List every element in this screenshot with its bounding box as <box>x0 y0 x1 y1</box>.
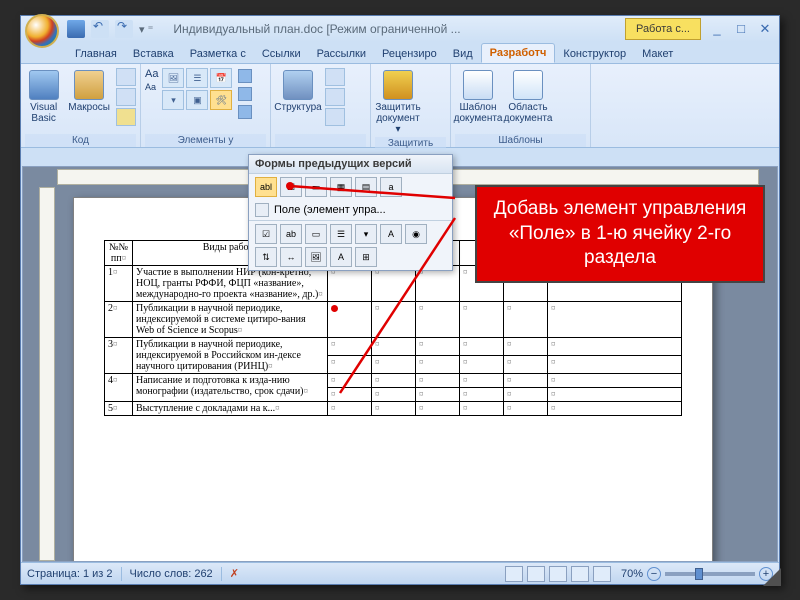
control-picture-icon[interactable]: 🖼 <box>162 68 184 88</box>
group-controls: Aa Aa 🖼 ☰ 📅 ▾ ▣ 🛠 Элементы у <box>141 64 271 147</box>
tab-table-layout[interactable]: Макет <box>634 45 681 63</box>
ribbon-tabs: Главная Вставка Разметка с Ссылки Рассыл… <box>21 42 779 64</box>
controls-gallery: 🖼 ☰ 📅 ▾ ▣ 🛠 <box>162 68 232 110</box>
text-control-icon[interactable]: Aa <box>145 82 158 92</box>
office-button[interactable] <box>25 14 59 48</box>
close-icon[interactable]: ✕ <box>755 21 775 37</box>
expansion-icon[interactable] <box>325 108 345 126</box>
control-combo-icon[interactable]: ☰ <box>186 68 208 88</box>
save-icon[interactable] <box>67 20 85 38</box>
macros-icon <box>74 70 104 100</box>
status-page[interactable]: Страница: 1 из 2 <box>27 568 113 580</box>
activex-check-icon[interactable]: ☑ <box>255 224 277 244</box>
dropdown-title: Формы предыдущих версий <box>249 155 452 174</box>
shield-icon <box>383 70 413 100</box>
group-protect: Защитить документ ▾ Защитить <box>371 64 451 147</box>
structure-icon <box>283 70 313 100</box>
group-xml: Структура <box>271 64 371 147</box>
status-words[interactable]: Число слов: 262 <box>130 568 213 580</box>
protect-document-button[interactable]: Защитить документ ▾ <box>375 68 421 137</box>
zoom-level[interactable]: 70% <box>621 568 643 580</box>
col-number: №№ пп <box>105 241 133 266</box>
macro-security-icon[interactable] <box>116 108 136 126</box>
activex-spin-icon[interactable]: ⇅ <box>255 247 277 267</box>
structure-button[interactable]: Структура <box>275 68 321 115</box>
schema-icon[interactable] <box>325 68 345 86</box>
zoom-controls: 70% − + <box>505 566 773 582</box>
control-dropdown-icon[interactable]: ▾ <box>162 90 184 110</box>
design-mode-button[interactable] <box>236 68 254 84</box>
macros-button[interactable]: Макросы <box>66 68 112 115</box>
minimize-icon[interactable]: _ <box>707 21 727 37</box>
legacy-tools-button[interactable]: 🛠 <box>210 90 232 110</box>
window-title: Индивидуальный план.doc [Режим ограничен… <box>173 22 460 36</box>
properties-button[interactable] <box>236 86 254 102</box>
tab-review[interactable]: Рецензиро <box>374 45 445 63</box>
zoom-out-icon[interactable]: − <box>647 567 661 581</box>
view-draft-icon[interactable] <box>593 566 611 582</box>
record-macro-icon[interactable] <box>116 68 136 86</box>
page-curl <box>763 568 781 586</box>
tab-developer[interactable]: Разработч <box>481 43 556 63</box>
vb-icon <box>29 70 59 100</box>
tab-layout[interactable]: Разметка с <box>182 45 254 63</box>
tab-home[interactable]: Главная <box>67 45 125 63</box>
visual-basic-button[interactable]: Visual Basic <box>25 68 62 126</box>
group-code: Visual Basic Макросы Код <box>21 64 141 147</box>
control-date-icon[interactable]: 📅 <box>210 68 232 88</box>
ribbon: Visual Basic Макросы Код Aa Aa 🖼 ☰ <box>21 64 779 148</box>
legacy-textfield-icon[interactable]: abl <box>255 177 277 197</box>
redo-icon[interactable] <box>115 20 133 38</box>
zoom-slider[interactable] <box>665 572 755 576</box>
design-mode-icon <box>238 69 252 83</box>
spellcheck-icon[interactable]: ✗ <box>230 567 239 580</box>
contextual-tab-label[interactable]: Работа с... <box>625 18 701 40</box>
pointer-lines <box>280 178 480 408</box>
document-template-button[interactable]: Шаблон документа <box>455 68 501 126</box>
view-reading-icon[interactable] <box>527 566 545 582</box>
pause-macro-icon[interactable] <box>116 88 136 106</box>
transform-icon[interactable] <box>325 88 345 106</box>
undo-icon[interactable] <box>91 20 109 38</box>
vertical-ruler[interactable] <box>39 187 55 561</box>
template-icon <box>463 70 493 100</box>
document-panel-button[interactable]: Область документа <box>505 68 551 126</box>
group-button[interactable] <box>236 104 254 120</box>
group-templates: Шаблон документа Область документа Шабло… <box>451 64 591 147</box>
properties-icon <box>238 87 252 101</box>
tab-design[interactable]: Конструктор <box>555 45 634 63</box>
window-controls: _ □ ✕ <box>707 21 775 37</box>
tab-references[interactable]: Ссылки <box>254 45 309 63</box>
tab-insert[interactable]: Вставка <box>125 45 182 63</box>
tab-view[interactable]: Вид <box>445 45 481 63</box>
maximize-icon[interactable]: □ <box>731 21 751 37</box>
control-building-icon[interactable]: ▣ <box>186 90 208 110</box>
titlebar: ▾ ⁼ Индивидуальный план.doc [Режим огран… <box>21 16 779 42</box>
view-print-icon[interactable] <box>505 566 523 582</box>
field-icon <box>255 203 269 217</box>
panel-icon <box>513 70 543 100</box>
view-web-icon[interactable] <box>549 566 567 582</box>
view-outline-icon[interactable] <box>571 566 589 582</box>
tab-mailings[interactable]: Рассылки <box>309 45 374 63</box>
instruction-callout: Добавь элемент управления «Поле» в 1-ю я… <box>475 185 765 283</box>
richtext-control-icon[interactable]: Aa <box>145 68 158 80</box>
group-icon <box>238 105 252 119</box>
statusbar: Страница: 1 из 2 Число слов: 262 ✗ 70% −… <box>21 562 779 584</box>
quick-access-toolbar: ▾ ⁼ <box>67 20 153 38</box>
